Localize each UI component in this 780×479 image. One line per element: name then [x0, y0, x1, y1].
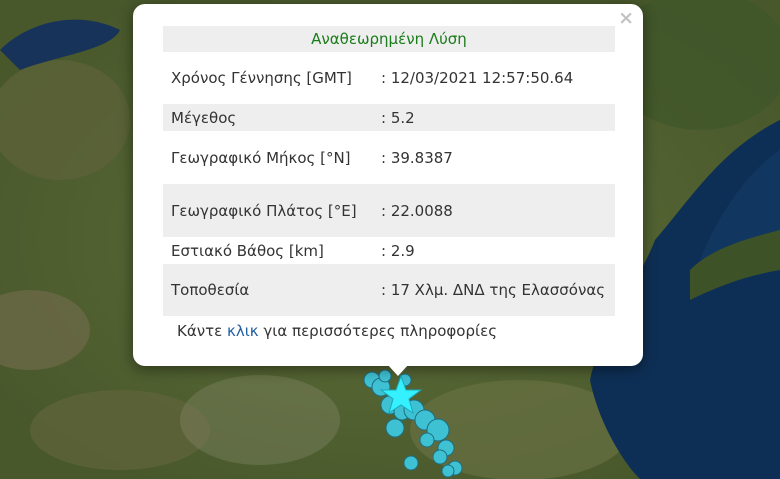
table-row: Γεωγραφικό Μήκος [°N] : 39.8387 — [163, 131, 615, 184]
popup-tip — [387, 364, 409, 376]
row-label: Γεωγραφικό Μήκος [°N] — [171, 148, 351, 167]
row-label: Τοποθεσία — [163, 264, 373, 316]
more-info-link[interactable]: κλικ — [227, 322, 259, 340]
row-value: : 2.9 — [381, 241, 415, 260]
table-row: Μέγεθος : 5.2 — [163, 104, 615, 131]
earthquake-info-popup: × Αναθεωρημένη Λύση Χρόνος Γέννησης [GMT… — [133, 4, 643, 366]
row-value: : 12/03/2021 12:57:50.64 — [381, 69, 574, 87]
table-row: Τοποθεσία : 17 Χλμ. ΔΝΔ της Ελασσόνας — [163, 264, 615, 316]
footer-prefix: Κάντε — [177, 322, 228, 340]
row-value: : 22.0088 — [373, 184, 615, 237]
row-label: Μέγεθος — [163, 104, 373, 131]
more-info-line: Κάντε κλικ για περισσότερες πληροφορίες — [177, 322, 497, 340]
row-value: : 5.2 — [373, 104, 615, 131]
footer-suffix: για περισσότερες πληροφορίες — [258, 322, 497, 340]
earthquake-details-table: Αναθεωρημένη Λύση Χρόνος Γέννησης [GMT] … — [163, 26, 615, 316]
table-row: Γεωγραφικό Πλάτος [°E] : 22.0088 — [163, 184, 615, 237]
row-value: : 17 Χλμ. ΔΝΔ της Ελασσόνας — [373, 264, 615, 316]
row-label: Γεωγραφικό Πλάτος [°E] — [163, 184, 373, 237]
row-label: Εστιακό Βάθος [km] — [171, 241, 324, 260]
close-icon[interactable]: × — [618, 9, 634, 28]
table-row: Χρόνος Γέννησης [GMT] : 12/03/2021 12:57… — [163, 52, 615, 104]
table-row: Εστιακό Βάθος [km] : 2.9 — [163, 237, 615, 264]
row-label: Χρόνος Γέννησης [GMT] — [171, 69, 352, 87]
title-row: Αναθεωρημένη Λύση — [163, 26, 615, 52]
popup-title: Αναθεωρημένη Λύση — [163, 26, 615, 52]
row-value: : 39.8387 — [381, 148, 453, 167]
